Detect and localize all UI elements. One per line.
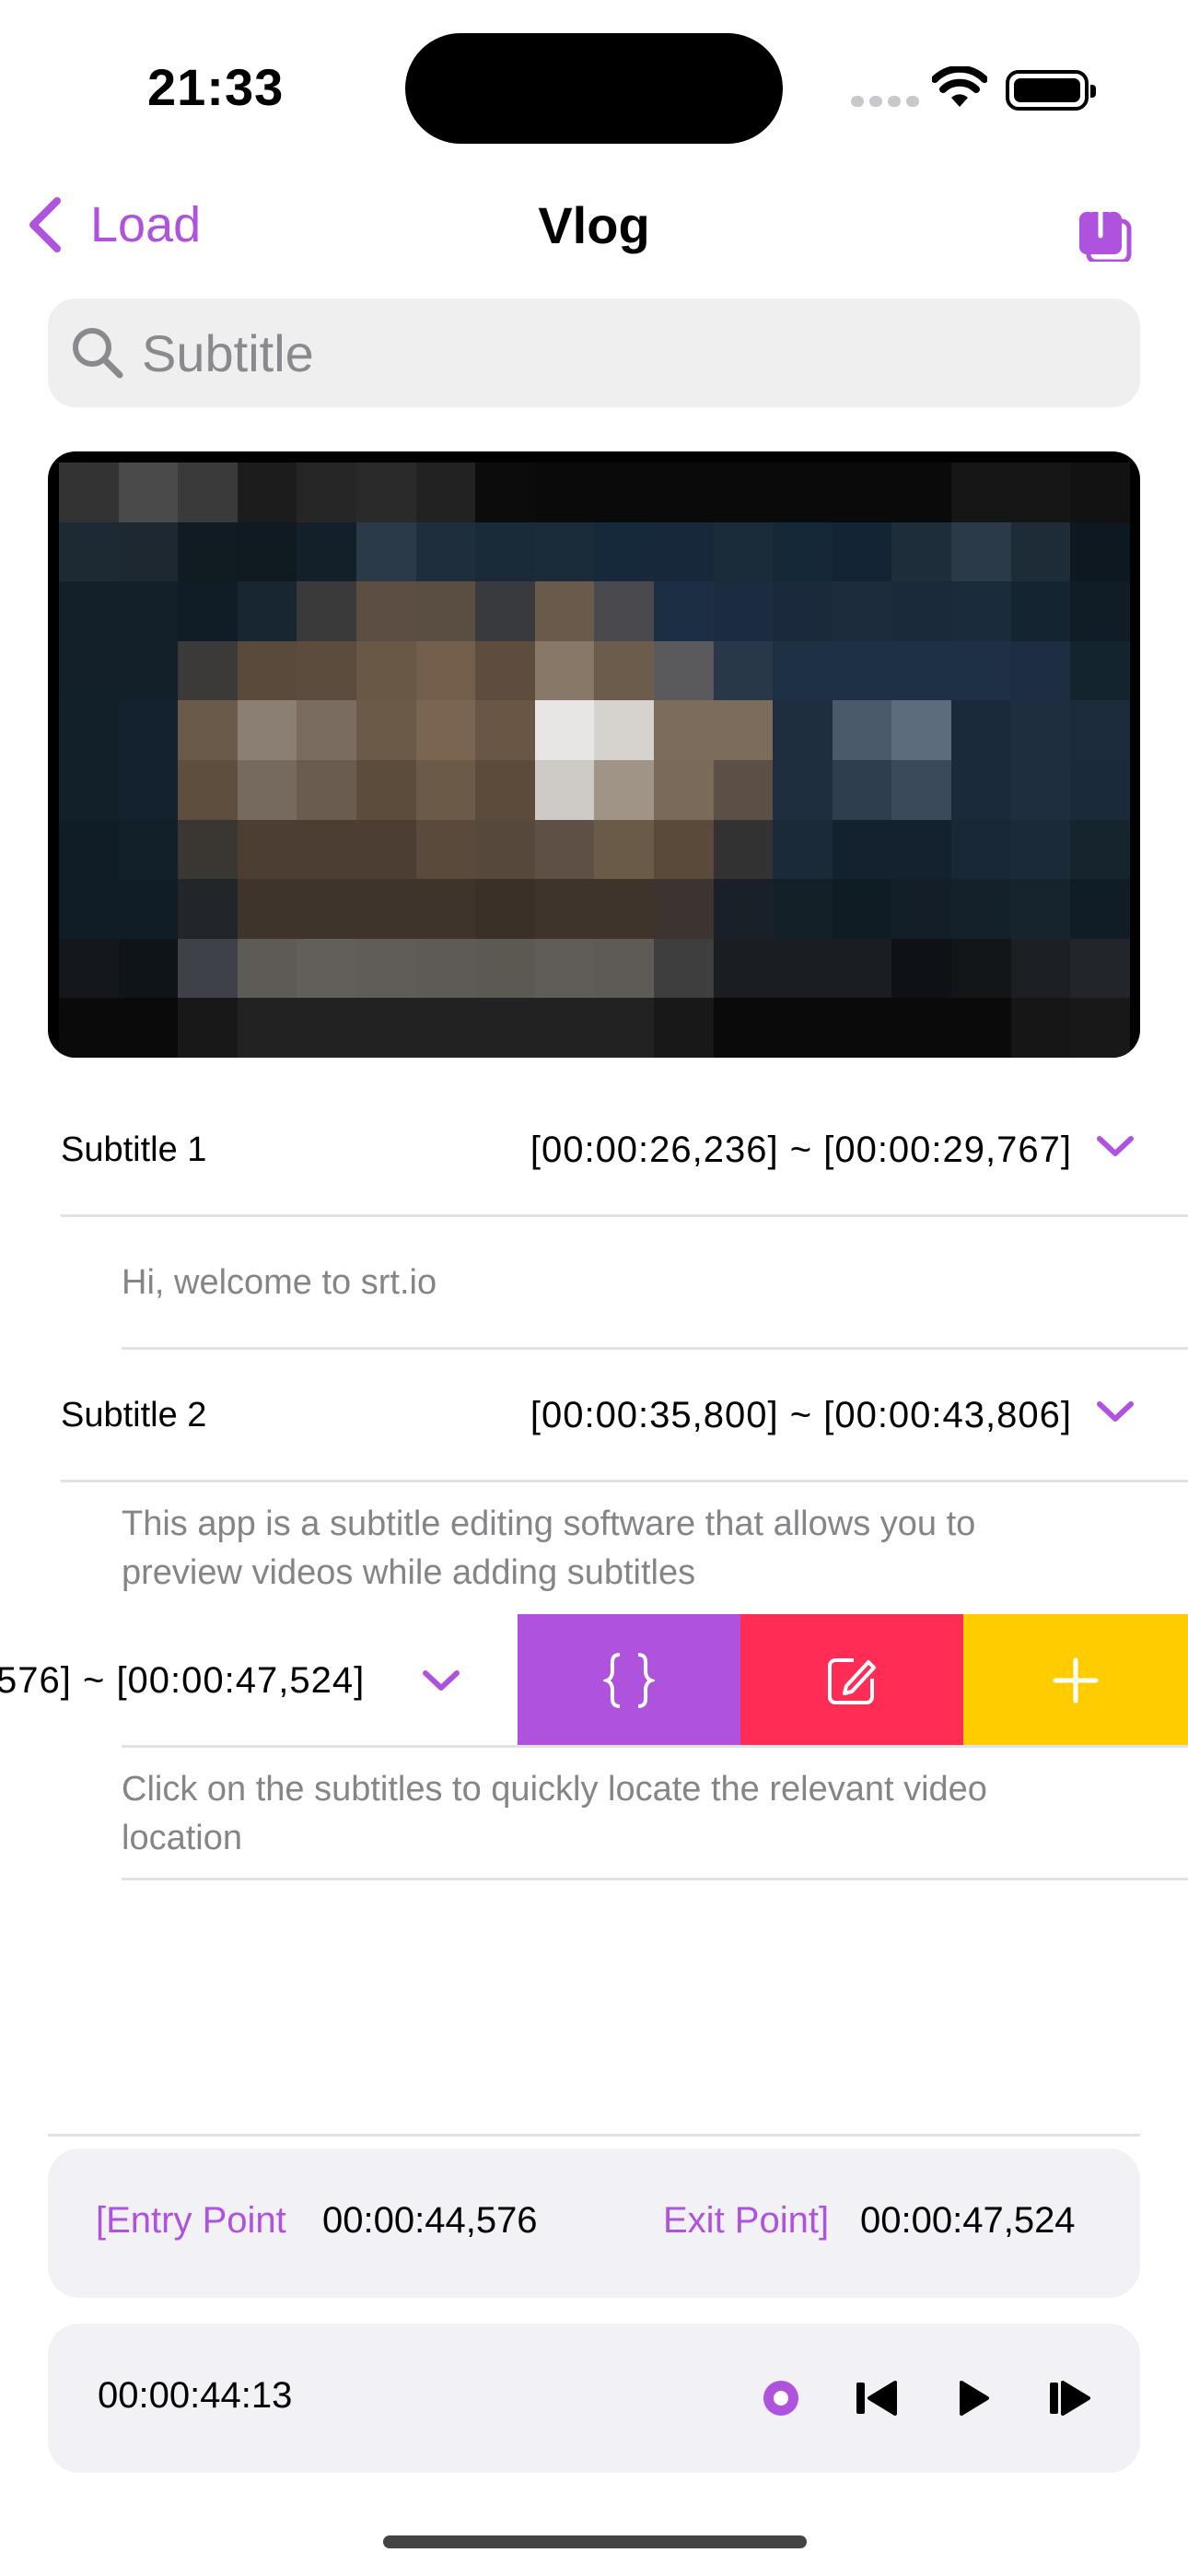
back-label: Load bbox=[90, 197, 202, 252]
player-controls: 00:00:44:13 bbox=[48, 2324, 1140, 2473]
entry-point-value: 00:00:44,576 bbox=[322, 2200, 538, 2241]
subtitle-row[interactable]: Subtitle 2 [00:00:35,800] ~ [00:00:43,80… bbox=[0, 1349, 1188, 1481]
exit-point-label[interactable]: Exit Point] bbox=[663, 2200, 829, 2242]
share-button[interactable] bbox=[1076, 195, 1135, 266]
edit-icon bbox=[828, 1658, 876, 1704]
wifi-icon bbox=[931, 64, 988, 113]
exit-point-value: 00:00:47,524 bbox=[860, 2200, 1076, 2241]
subtitle-text[interactable]: Hi, welcome to srt.io bbox=[122, 1259, 1061, 1307]
current-time: 00:00:44:13 bbox=[98, 2375, 293, 2416]
divider bbox=[122, 1878, 1188, 1880]
subtitle-timecode: 576] ~ [00:00:47,524] bbox=[0, 1659, 366, 1701]
chevron-down-icon[interactable] bbox=[1096, 1133, 1135, 1159]
play-icon[interactable] bbox=[956, 2379, 993, 2418]
entry-exit-panel: [Entry Point 00:00:44,576 Exit Point] 00… bbox=[48, 2149, 1140, 2298]
entry-point-label[interactable]: [Entry Point bbox=[96, 2200, 286, 2242]
subtitle-timecode: [00:00:26,236] ~ [00:00:29,767] bbox=[530, 1129, 1072, 1170]
divider bbox=[61, 1480, 1188, 1482]
chevron-left-icon bbox=[29, 197, 61, 252]
subtitle-text[interactable]: This app is a subtitle editing software … bbox=[122, 1500, 1061, 1598]
subtitle-name: Subtitle 1 bbox=[61, 1130, 207, 1169]
video-frame bbox=[59, 463, 1130, 1058]
dynamic-island bbox=[405, 33, 783, 144]
add-subtitle-button[interactable] bbox=[963, 1614, 1188, 1747]
subtitle-row-swiped[interactable]: 576] ~ [00:00:47,524] bbox=[0, 1614, 518, 1747]
subtitle-text[interactable]: Click on the subtitles to quickly locate… bbox=[122, 1765, 1061, 1863]
video-preview[interactable] bbox=[48, 451, 1140, 1058]
status-time: 21:33 bbox=[147, 58, 285, 116]
search-input[interactable]: Subtitle bbox=[142, 323, 314, 383]
battery-icon bbox=[1006, 70, 1096, 111]
step-back-icon[interactable] bbox=[855, 2379, 901, 2418]
search-field[interactable]: Subtitle bbox=[48, 299, 1140, 407]
share-icon bbox=[1079, 198, 1132, 264]
cellular-signal-icon bbox=[851, 96, 919, 107]
divider bbox=[122, 1745, 1188, 1748]
step-forward-icon[interactable] bbox=[1048, 2379, 1094, 2418]
json-format-button[interactable] bbox=[518, 1614, 740, 1747]
subtitle-timecode: [00:00:35,800] ~ [00:00:43,806] bbox=[530, 1394, 1072, 1435]
subtitle-row[interactable]: Subtitle 1 [00:00:26,236] ~ [00:00:29,76… bbox=[0, 1083, 1188, 1216]
subtitle-name: Subtitle 2 bbox=[61, 1395, 207, 1434]
braces-icon bbox=[603, 1653, 655, 1708]
edit-subtitle-button[interactable] bbox=[740, 1614, 963, 1747]
divider bbox=[61, 1214, 1188, 1217]
plus-icon bbox=[1053, 1657, 1099, 1704]
chevron-down-icon[interactable] bbox=[422, 1668, 460, 1693]
home-indicator bbox=[383, 2535, 807, 2548]
back-button[interactable]: Load bbox=[26, 195, 201, 254]
record-marker-icon[interactable] bbox=[761, 2378, 801, 2418]
divider bbox=[48, 2134, 1140, 2137]
chevron-down-icon[interactable] bbox=[1096, 1399, 1135, 1424]
search-icon bbox=[73, 328, 123, 379]
